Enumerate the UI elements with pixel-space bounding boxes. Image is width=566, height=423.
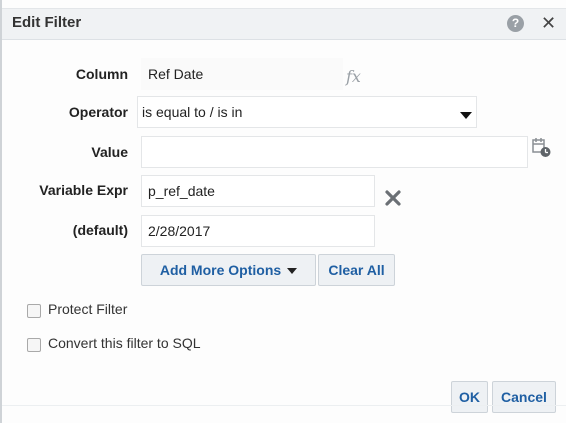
column-label-cell: Column	[0, 66, 128, 86]
operator-label: Operator	[68, 104, 128, 120]
protect-filter-checkbox[interactable]	[27, 304, 41, 318]
dialog-left-border	[0, 0, 2, 423]
add-more-options-button[interactable]: Add More Options	[141, 254, 316, 286]
help-icon[interactable]: ?	[507, 15, 524, 32]
chevron-down-icon	[287, 268, 298, 275]
dialog-titlebar: Edit Filter ? ✕	[2, 8, 566, 40]
column-value: Ref Date	[141, 58, 343, 90]
default-value-input[interactable]: 2/28/2017	[141, 215, 375, 247]
close-icon[interactable]: ✕	[541, 12, 556, 34]
cancel-button[interactable]: Cancel	[492, 381, 556, 413]
default-label-cell: (default)	[0, 222, 128, 242]
calendar-icon[interactable]	[532, 137, 552, 159]
variable-expr-input[interactable]: p_ref_date	[141, 175, 375, 207]
value-input[interactable]	[141, 136, 528, 168]
operator-label-cell: Operator	[0, 104, 128, 124]
dialog-title: Edit Filter	[12, 14, 82, 31]
edit-filter-dialog: Edit Filter ? ✕ Column Ref Date fx Opera…	[0, 0, 566, 423]
protect-filter-label[interactable]: Protect Filter	[48, 301, 127, 317]
convert-to-sql-checkbox[interactable]	[27, 338, 41, 352]
variable-expr-label: Variable Expr	[39, 182, 128, 198]
chevron-down-icon[interactable]	[460, 112, 472, 119]
remove-x-icon[interactable]	[385, 190, 401, 206]
variable-expr-label-cell: Variable Expr	[0, 182, 128, 202]
convert-to-sql-label[interactable]: Convert this filter to SQL	[48, 335, 201, 351]
clear-all-button[interactable]: Clear All	[318, 254, 395, 286]
dialog-bottom-edge	[2, 405, 566, 406]
column-label: Column	[75, 66, 128, 82]
default-label: (default)	[72, 222, 128, 238]
add-more-options-label: Add More Options	[159, 262, 282, 278]
value-label-cell: Value	[0, 144, 128, 164]
operator-select[interactable]: is equal to / is in	[137, 96, 477, 128]
ok-button[interactable]: OK	[451, 381, 488, 413]
fx-icon[interactable]: fx	[346, 67, 361, 86]
value-label: Value	[91, 144, 128, 160]
